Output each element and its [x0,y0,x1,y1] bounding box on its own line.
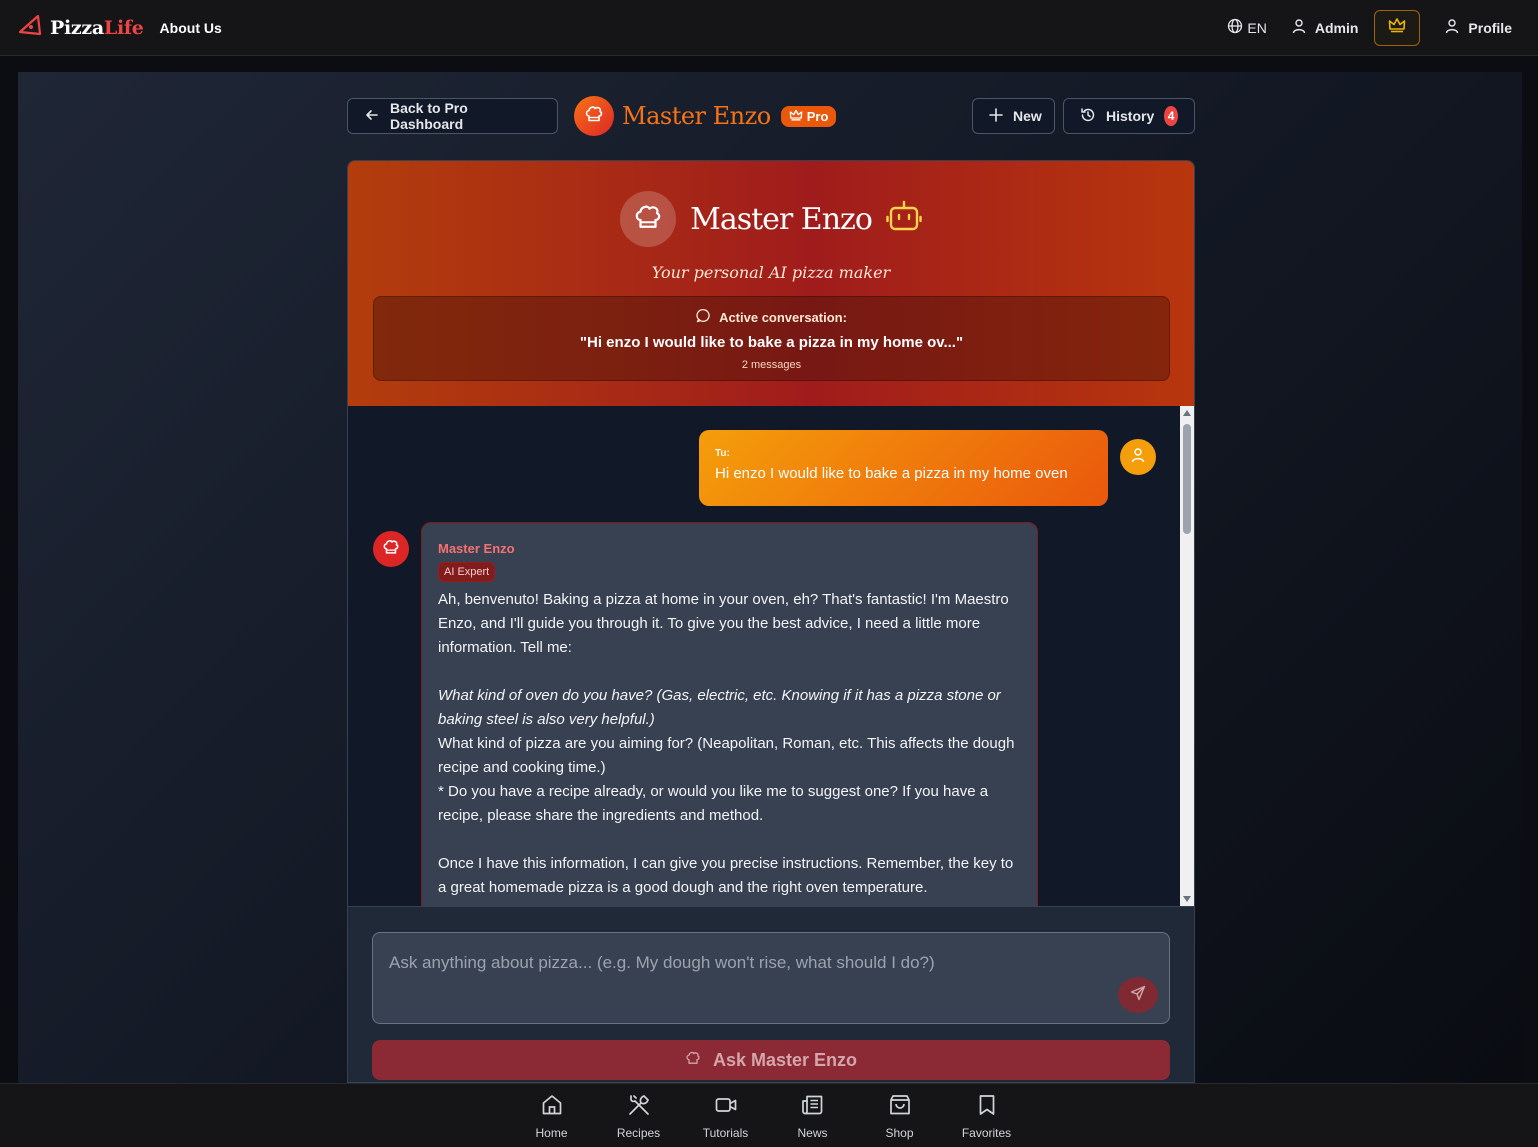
chef-hat-icon [584,104,604,129]
page-title: Master Enzo [622,102,771,130]
question-input[interactable]: Ask anything about pizza... (e.g. My dou… [372,932,1170,1024]
active-conversation-title: "Hi enzo I would like to bake a pizza in… [579,334,964,351]
new-label: New [1013,108,1042,124]
back-label: Back to Pro Dashboard [390,100,468,132]
user-icon [1291,18,1307,37]
send-button[interactable] [1118,977,1158,1013]
bottom-nav-shop[interactable]: Shop [856,1084,943,1147]
globe-icon [1227,18,1243,37]
new-conversation-button[interactable]: New [972,98,1055,134]
utensils-icon [627,1093,651,1122]
ask-master-enzo-button[interactable]: Ask Master Enzo [372,1040,1170,1080]
arrow-left-icon [364,107,380,126]
logo-text: PizzaLife [50,16,144,39]
hero-subtitle: Your personal AI pizza maker [651,263,891,282]
bot-avatar [373,531,409,567]
bottom-nav-home[interactable]: Home [508,1084,595,1147]
bottom-nav-favorites[interactable]: Favorites [943,1084,1030,1147]
home-icon [540,1093,564,1122]
ai-expert-badge: AI Expert [438,562,496,582]
bottom-nav-label: Favorites [961,1126,1012,1140]
chat-toolbar: Back to Pro Dashboard Master Enzo Pro Ne… [347,96,1195,136]
chat-scrollbar[interactable] [1180,406,1194,906]
shopping-bag-icon [888,1093,912,1122]
language-selector[interactable]: EN [1227,18,1267,37]
bot-paragraph: What kind of pizza are you aiming for? (… [438,735,1015,776]
bottom-navbar: Home Recipes Tutorials News Shop Favorit… [0,1083,1538,1147]
question-input-placeholder: Ask anything about pizza... (e.g. My dou… [389,953,935,972]
chat-card: Master Enzo Your personal AI pizza maker… [347,160,1195,1083]
video-icon [714,1093,738,1122]
bottom-nav-tutorials[interactable]: Tutorials [682,1084,769,1147]
history-icon [1080,107,1096,126]
message-circle-icon [696,308,711,326]
hero-title: Master Enzo [690,201,873,237]
bottom-nav-label: Home [535,1126,568,1140]
bot-paragraph: Ah, benvenuto! Baking a pizza at home in… [438,591,1009,656]
user-message-label: Tu: [715,448,730,459]
chat-input-area: Ask anything about pizza... (e.g. My dou… [348,906,1194,1082]
newspaper-icon [801,1093,825,1122]
bot-message-bubble: Master Enzo AI Expert Ah, benvenuto! Bak… [421,522,1038,922]
history-label: History [1106,108,1155,124]
nav-about-us-link[interactable]: About Us [160,20,222,36]
scroll-up-arrow[interactable] [1183,410,1191,416]
active-conversation-label: Active conversation: [719,309,847,325]
bot-paragraph: Once I have this information, I can give… [438,855,1014,896]
pizza-slice-icon [18,14,42,41]
crown-icon [789,109,803,124]
history-count-badge: 4 [1164,106,1178,126]
bottom-nav-label: Shop [885,1126,914,1140]
pro-crown-button[interactable] [1374,9,1421,46]
chef-hat-icon [382,538,400,561]
chat-hero-header: Master Enzo Your personal AI pizza maker… [348,161,1194,406]
top-navbar: PizzaLife About Us EN Admin Profile [0,0,1538,56]
crown-icon [1388,17,1406,38]
pro-label: Pro [806,108,829,124]
pro-badge: Pro [780,105,837,127]
chat-messages-area[interactable]: Tu: Hi enzo I would like to bake a pizza… [348,406,1194,922]
bottom-nav-label: Recipes [616,1126,661,1140]
bookmark-icon [975,1093,999,1122]
chef-hat-icon [685,1050,701,1071]
user-message-bubble: Tu: Hi enzo I would like to bake a pizza… [699,430,1108,506]
send-icon [1130,985,1146,1006]
logo[interactable]: PizzaLife [18,14,144,41]
user-avatar [1120,439,1156,475]
user-icon [1444,18,1460,37]
hero-chef-avatar [620,191,677,247]
history-button[interactable]: History 4 [1063,98,1195,134]
bottom-nav-news[interactable]: News [769,1084,856,1147]
bot-paragraph: What kind of oven do you have? (Gas, ele… [438,687,1001,728]
user-message-text: Hi enzo I would like to bake a pizza in … [715,465,1068,482]
back-to-dashboard-button[interactable]: Back to Pro Dashboard [347,98,558,134]
bottom-nav-label: Tutorials [702,1126,749,1140]
bot-paragraph: * Do you have a recipe already, or would… [438,783,989,824]
admin-link[interactable]: Admin [1291,18,1359,37]
scroll-down-arrow[interactable] [1183,896,1191,902]
chef-avatar [574,96,614,136]
active-conversation-box: Active conversation: "Hi enzo I would li… [373,296,1170,381]
robot-icon [886,200,922,239]
bot-name: Master Enzo [438,541,515,556]
bottom-nav-recipes[interactable]: Recipes [595,1084,682,1147]
user-icon [1130,447,1146,468]
message-count: 2 messages [741,359,802,371]
chef-hat-icon [633,202,663,237]
scroll-thumb[interactable] [1183,424,1191,534]
bot-message-text: Ah, benvenuto! Baking a pizza at home in… [438,588,1021,900]
profile-link[interactable]: Profile [1444,18,1512,37]
plus-icon [989,107,1003,125]
language-label: EN [1247,19,1267,36]
ask-button-label: Ask Master Enzo [712,1049,858,1070]
admin-label: Admin [1314,19,1359,36]
profile-label: Profile [1468,19,1512,36]
bottom-nav-label: News [797,1126,828,1140]
